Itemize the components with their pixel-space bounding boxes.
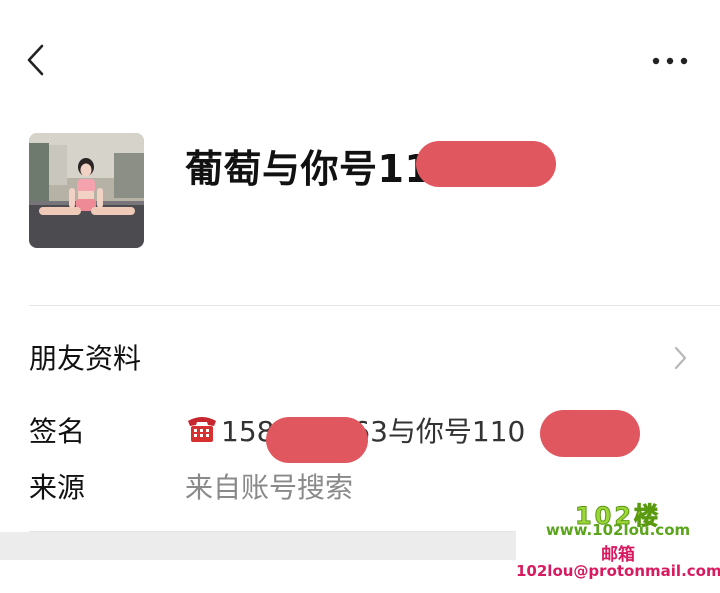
chevron-left-icon <box>27 44 44 76</box>
signature-label: 签名 <box>29 415 86 448</box>
source-value: 来自账号搜索 <box>185 471 354 504</box>
redaction-signature-tail <box>540 410 640 457</box>
back-button[interactable] <box>22 40 52 80</box>
avatar-photo <box>29 133 144 248</box>
friend-info-title: 朋友资料 <box>29 342 142 375</box>
source-label: 来源 <box>29 471 86 504</box>
redaction-phone <box>266 417 368 463</box>
more-button[interactable] <box>650 52 690 70</box>
watermark-site: www.102lou.com <box>545 521 691 539</box>
chevron-right-icon <box>670 344 690 372</box>
avatar[interactable] <box>29 133 144 248</box>
redaction-name <box>416 141 556 187</box>
contact-name: 葡萄与你号11 <box>185 147 432 191</box>
watermark: 102楼 www.102lou.com 邮箱 102lou@protonmail… <box>516 494 720 584</box>
telephone-icon <box>185 413 219 452</box>
section-divider <box>29 305 720 306</box>
watermark-email: 102lou@protonmail.com <box>516 562 720 580</box>
more-dots-icon <box>652 57 688 65</box>
